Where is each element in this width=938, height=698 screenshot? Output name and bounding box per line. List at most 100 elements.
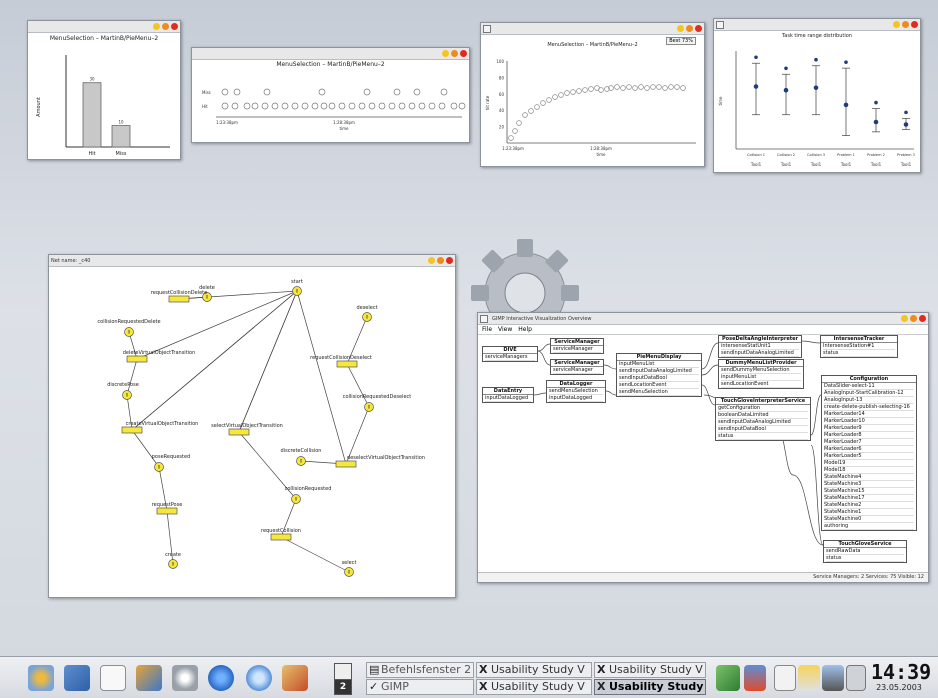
window-titlebar[interactable]	[28, 21, 180, 33]
calendar-icon[interactable]	[798, 665, 820, 691]
task-befehlsfenster[interactable]: ▤ Befehlsfenster 2	[366, 662, 474, 678]
bar-value-label: 10	[118, 120, 124, 125]
display-icon[interactable]	[822, 665, 844, 691]
mail-icon[interactable]	[64, 665, 90, 691]
task-usability-study-3[interactable]: X Usability Study V	[476, 679, 592, 695]
place-label: deselect	[356, 305, 377, 311]
minimize-button[interactable]	[901, 315, 908, 322]
notes-icon[interactable]	[774, 665, 796, 691]
visualization-overview-window[interactable]: GIMP Interactive Visualization Overview …	[477, 312, 929, 583]
place-token: 0	[295, 497, 298, 502]
hit-marker	[221, 102, 229, 110]
miss-marker	[318, 88, 326, 96]
data-point	[638, 84, 644, 90]
y-tick-label: 60	[499, 92, 505, 97]
petri-net-window[interactable]: Net name: _c40 0 delete 0 start 0 deselect 0 co…	[48, 254, 456, 598]
menu-file[interactable]: File	[482, 326, 492, 333]
window-titlebar[interactable]: GIMP Interactive Visualization Overview	[478, 313, 928, 325]
service-node-sm1[interactable]: ServiceManager serviceManager	[550, 338, 604, 354]
pager-icon[interactable]: 2	[334, 663, 352, 695]
lock-icon[interactable]	[744, 665, 766, 691]
minimize-button[interactable]	[153, 23, 160, 30]
browser-icon[interactable]	[208, 665, 234, 691]
menu-help[interactable]: Help	[518, 326, 532, 333]
service-node-sm2[interactable]: ServiceManager serviceManager	[550, 359, 604, 375]
service-node-tgs[interactable]: TouchGloveService sendRawData status	[823, 540, 907, 563]
menu-bar: File View Help	[478, 325, 928, 335]
y-tick-label: 40	[499, 108, 505, 113]
search-icon[interactable]	[246, 665, 272, 691]
clock[interactable]: 14:39 23.05.2003	[871, 661, 931, 695]
task-usability-study-1[interactable]: X Usability Study V	[476, 662, 592, 678]
service-node-row: sendInputDataAnalogLimited	[721, 350, 799, 357]
tool-label: Tool1	[840, 162, 852, 167]
hit-rate-scatter-window[interactable]: MenuSelection – MartinB/PieMenu–2 Best 7…	[480, 22, 705, 167]
maximize-button[interactable]	[437, 257, 444, 264]
task-usability-study-active[interactable]: X Usability Study	[594, 679, 706, 695]
window-titlebar[interactable]	[192, 48, 469, 60]
maximize-button[interactable]	[451, 50, 458, 57]
close-button[interactable]	[171, 23, 178, 30]
minimize-button[interactable]	[442, 50, 449, 57]
hit-miss-bar-window[interactable]: MenuSelection – MartinB/PieMenu–2 Amount…	[27, 20, 181, 160]
close-button[interactable]	[919, 315, 926, 322]
maximize-button[interactable]	[902, 21, 909, 28]
bar	[82, 82, 102, 148]
task-usability-study-2[interactable]: X Usability Study V	[594, 662, 706, 678]
minimize-button[interactable]	[677, 25, 684, 32]
window-titlebar[interactable]	[481, 23, 704, 35]
window-titlebar[interactable]	[714, 19, 920, 31]
service-node-row: status	[826, 555, 904, 562]
petri-net-diagram[interactable]: 0delete0start0deselect0collisionRequeste…	[49, 267, 455, 597]
service-node-config[interactable]: Configuration DataSlider-select-11 AnalogI…	[821, 375, 917, 531]
maximize-button[interactable]	[910, 315, 917, 322]
place-label: discretePose	[107, 382, 139, 388]
service-node-dataentry[interactable]: DataEntry inputDataLogged	[482, 387, 534, 403]
service-node-title: TouchGloveService	[824, 541, 906, 548]
service-node-touch[interactable]: TouchGloveInterpreterService getConfigura…	[715, 397, 811, 441]
maximize-button[interactable]	[162, 23, 169, 30]
window-menu-icon[interactable]	[480, 315, 488, 323]
settings-icon[interactable]	[172, 665, 198, 691]
hit-rate-scatter-chart: 100 80 60 40 20 hit rate 1:23:38pm 1:28:38pmtim…	[485, 59, 696, 157]
hit-marker	[311, 102, 319, 110]
service-node-dive[interactable]: DIVE serviceManagers	[482, 346, 538, 362]
printer-icon[interactable]	[846, 665, 866, 691]
hit-marker	[458, 102, 466, 110]
hit-miss-timeline-window[interactable]: MenuSelection – MartinB/PieMenu–2 Miss Hi…	[191, 47, 470, 143]
service-graph[interactable]: DIVE serviceManagers ServiceManager service…	[478, 335, 928, 572]
close-button[interactable]	[446, 257, 453, 264]
service-node-row: StateMachine4	[824, 474, 914, 481]
service-node-row: serviceManager	[553, 367, 601, 374]
service-node-pose[interactable]: PoseDeltaAngleInterpreter intersenseStatU…	[718, 335, 802, 358]
maximize-button[interactable]	[686, 25, 693, 32]
service-node-dummy[interactable]: DummyMenuListProvider sendDummyMenuSelect…	[718, 359, 804, 389]
service-node-intersense[interactable]: IntersenseTracker IntersenseStation#1 stat…	[820, 335, 898, 358]
close-button[interactable]	[460, 50, 467, 57]
office-icon[interactable]	[282, 665, 308, 691]
checklist-icon[interactable]	[716, 665, 740, 691]
window-menu-icon[interactable]	[483, 25, 491, 33]
data-point	[512, 128, 518, 134]
place-label: collisionRequested	[285, 486, 332, 492]
task-time-range-window[interactable]: Task time range distribution time Collisi…	[713, 18, 921, 173]
y-axis-label: hit rate	[485, 95, 490, 110]
close-button[interactable]	[911, 21, 918, 28]
image-viewer-icon[interactable]	[136, 665, 162, 691]
service-node-row: MarkerLoader14	[824, 411, 914, 418]
task-gimp[interactable]: ✓ GIMP	[366, 679, 474, 695]
arc	[131, 429, 160, 468]
menu-view[interactable]: View	[498, 326, 512, 333]
close-button[interactable]	[695, 25, 702, 32]
service-node-datalogger[interactable]: DataLogger sendMenuSelection inputDataLogg…	[546, 380, 606, 403]
service-node-title: PieMenuDisplay	[617, 354, 701, 361]
window-menu-icon[interactable]	[716, 21, 724, 29]
document-icon[interactable]	[100, 665, 126, 691]
window-titlebar[interactable]: Net name: _c40	[49, 255, 455, 267]
minimize-button[interactable]	[428, 257, 435, 264]
clock-date: 23.05.2003	[876, 683, 922, 692]
start-menu-icon[interactable]	[28, 665, 54, 691]
connection-line	[603, 364, 617, 370]
service-node-pie[interactable]: PieMenuDisplay inputMenuList sendInputData…	[616, 353, 702, 397]
minimize-button[interactable]	[893, 21, 900, 28]
